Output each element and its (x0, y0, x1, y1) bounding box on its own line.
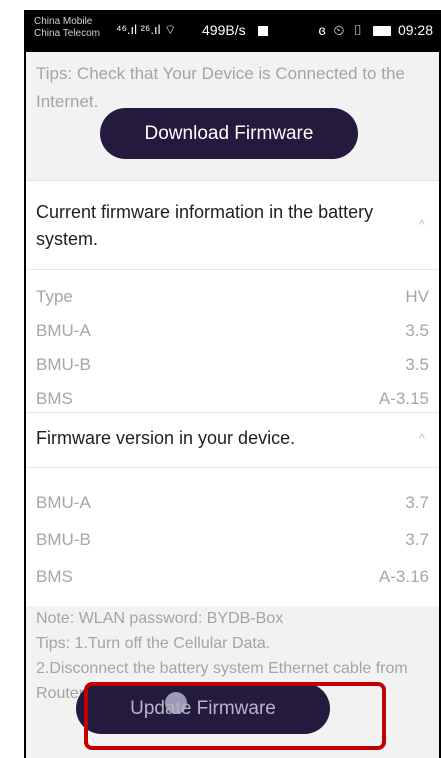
chevron-up-icon[interactable]: ^ (419, 211, 425, 238)
row-label: BMU-B (36, 530, 91, 549)
status-icons: ɞ ⏲ ▯ (318, 22, 365, 38)
carrier-1: China Mobile (34, 16, 93, 27)
table-row: BMU-A 3.5 (36, 321, 429, 345)
table-row: BMU-A 3.7 (36, 493, 429, 517)
download-firmware-button[interactable]: Download Firmware (100, 108, 358, 159)
row-value: 3.5 (405, 355, 429, 374)
row-value: 3.7 (405, 530, 429, 549)
signal-icon: ⁴⁶.ıl ²⁶.ıl ⌔ (116, 22, 177, 37)
table-row: BMS A-3.15 (36, 389, 429, 413)
row-label: BMS (36, 567, 73, 586)
chevron-up-icon[interactable]: ^ (419, 425, 425, 452)
row-value: 3.7 (405, 493, 429, 512)
table-row: BMU-B 3.5 (36, 355, 429, 379)
row-value: HV (405, 287, 429, 306)
row-label: BMS (36, 389, 73, 408)
divider (26, 467, 439, 468)
carrier-labels: China Mobile China Telecom (34, 16, 100, 40)
row-value: A-3.16 (378, 567, 429, 586)
table-row: Type HV (36, 287, 429, 311)
phone-screen: China Mobile China Telecom ⁴⁶.ıl ²⁶.ıl ⌔… (24, 10, 441, 758)
battery-firmware-header[interactable]: Current firmware information in the batt… (26, 181, 439, 253)
divider (26, 269, 439, 270)
device-firmware-panel: Firmware version in your device. ^ BMU-A… (26, 412, 439, 606)
clock: 09:28 (397, 22, 433, 38)
device-firmware-header[interactable]: Firmware version in your device. ^ (26, 413, 439, 452)
row-value: 3.5 (405, 321, 429, 340)
tip-ethernet: 2.Disconnect the battery system Ethernet… (36, 660, 408, 677)
row-value: A-3.15 (378, 389, 429, 408)
status-bar: China Mobile China Telecom ⁴⁶.ıl ²⁶.ıl ⌔… (26, 10, 439, 52)
carrier-2: China Telecom (34, 28, 100, 39)
battery-firmware-panel: Current firmware information in the batt… (26, 180, 439, 412)
battery-firmware-title: Current firmware information in the batt… (36, 202, 374, 249)
device-firmware-title: Firmware version in your device. (36, 428, 296, 448)
row-label: Type (36, 287, 73, 306)
battery-icon (373, 26, 391, 36)
highlight-box (84, 682, 386, 750)
wlan-note: Note: WLAN password: BYDB-Box (36, 610, 284, 627)
row-label: BMU-A (36, 493, 91, 512)
tip-cellular: Tips: 1.Turn off the Cellular Data. (36, 635, 271, 652)
network-speed: 499B/s (202, 22, 246, 38)
app-frame: China Mobile China Telecom ⁴⁶.ıl ²⁶.ıl ⌔… (0, 0, 441, 758)
notification-icon (258, 26, 268, 36)
table-row: BMS A-3.16 (36, 567, 429, 591)
row-label: BMU-A (36, 321, 91, 340)
row-label: BMU-B (36, 355, 91, 374)
table-row: BMU-B 3.7 (36, 530, 429, 554)
